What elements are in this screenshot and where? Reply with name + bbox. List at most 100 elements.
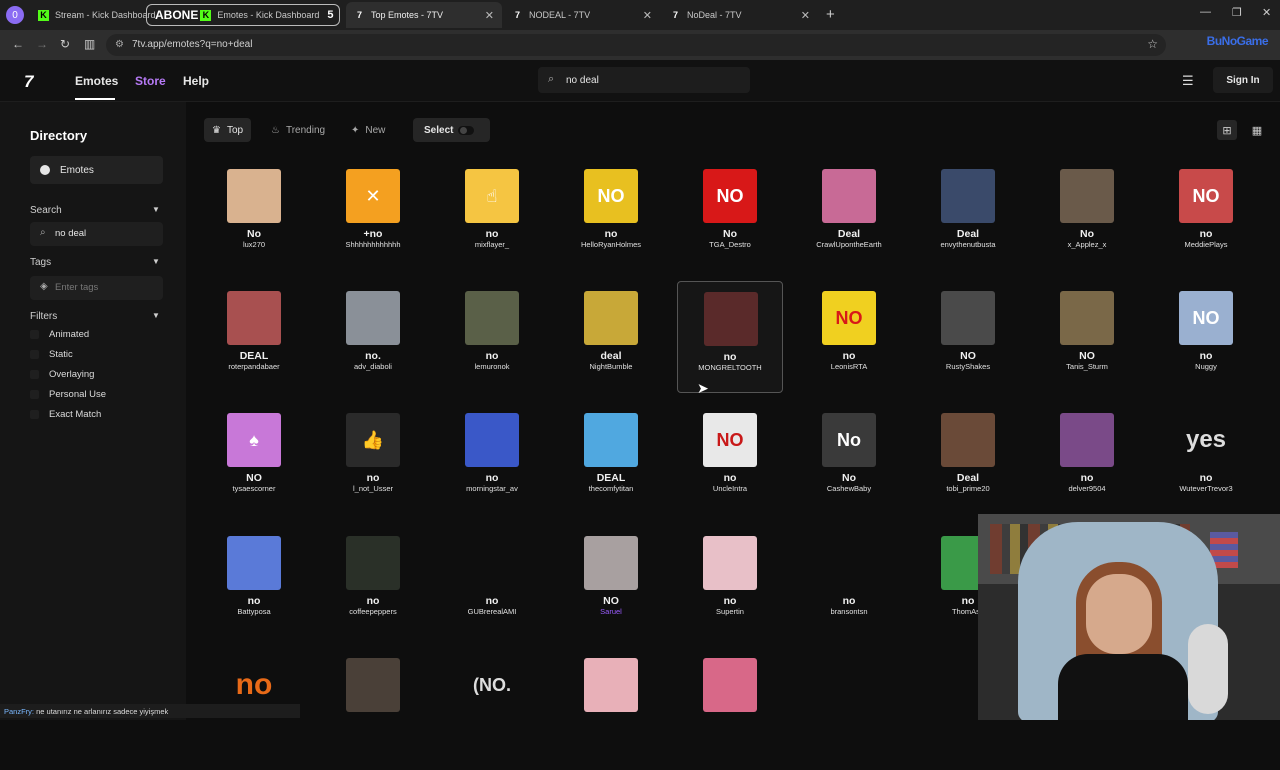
pony-icon	[227, 536, 281, 590]
emote-card[interactable]: NO no UncleIntra	[677, 413, 783, 525]
shouting-man-icon	[941, 291, 995, 345]
select-toggle[interactable]	[458, 126, 474, 135]
maximize-icon[interactable]: ❐	[1232, 6, 1242, 19]
select-mode-button[interactable]: Select	[413, 118, 490, 142]
dense-grid-view-icon[interactable]: ▦	[1247, 120, 1267, 140]
emote-card[interactable]: no. adv_diaboli	[320, 291, 426, 403]
grid-view-icon[interactable]: ⊞	[1217, 120, 1237, 140]
7tv-logo[interactable]: 7	[24, 72, 33, 92]
emote-card[interactable]: NO RustyShakes	[915, 291, 1021, 403]
checkbox[interactable]	[30, 330, 39, 339]
minimize-icon[interactable]: —	[1200, 6, 1211, 18]
close-icon[interactable]: ✕	[793, 9, 810, 22]
emote-name: no	[485, 472, 499, 484]
filter-static[interactable]: Static	[30, 349, 73, 360]
close-window-icon[interactable]: ✕	[1262, 6, 1271, 19]
filter-animated[interactable]: Animated	[30, 329, 89, 340]
emote-card[interactable]: NO no HelloRyanHolmes	[558, 169, 664, 281]
emote-card[interactable]	[558, 658, 664, 770]
emote-card[interactable]: no delver9504	[1034, 413, 1140, 525]
sign-in-button[interactable]: Sign In	[1213, 67, 1273, 93]
sidebar-item-emotes[interactable]: Emotes	[30, 156, 163, 184]
faces-icon	[584, 291, 638, 345]
filter-exact-match[interactable]: Exact Match	[30, 409, 101, 420]
browser-tab-nodeal-2[interactable]: 7 NoDeal - 7TV ✕	[662, 2, 818, 28]
tags-input[interactable]: ◈ Enter tags	[30, 276, 163, 300]
browser-tab-emotes-dashboard[interactable]: ABONE K Emotes - Kick Dashboard 5	[146, 4, 340, 26]
search-input[interactable]	[566, 71, 736, 89]
search-section-label[interactable]: Search	[30, 205, 62, 216]
filter-overlaying[interactable]: Overlaying	[30, 369, 94, 380]
emote-owner: MeddiePlays	[1184, 240, 1228, 249]
emote-card[interactable]: NO no MeddiePlays	[1153, 169, 1259, 281]
emote-owner: delver9504	[1068, 484, 1106, 493]
tab-badge: 5	[327, 9, 334, 21]
cartoon-hat-icon	[584, 413, 638, 467]
chevron-down-icon[interactable]: ▼	[152, 311, 160, 320]
emote-card[interactable]: no morningstar_av	[439, 413, 545, 525]
emote-card[interactable]: no coffeepeppers	[320, 536, 426, 648]
emote-card[interactable]: Deal CrawlUpontheEarth	[796, 169, 902, 281]
emote-card[interactable]: no MONGRELTOOTH	[677, 281, 783, 393]
emote-card[interactable]: NO Tanis_Sturm	[1034, 291, 1140, 403]
emote-card[interactable]: NO No TGA_Destro	[677, 169, 783, 281]
tags-section-label[interactable]: Tags	[30, 257, 51, 268]
nav-help-link[interactable]: Help	[183, 74, 209, 88]
profile-avatar[interactable]: 0	[6, 6, 24, 24]
forward-arrow-icon[interactable]: →	[36, 37, 48, 51]
sidebar-search-field[interactable]: ⌕ no deal	[30, 222, 163, 246]
reload-icon[interactable]: ↻	[60, 37, 70, 51]
nav-store-link[interactable]: Store	[135, 74, 166, 88]
emote-card[interactable]	[320, 658, 426, 770]
checkbox[interactable]	[30, 350, 39, 359]
emote-card[interactable]: NO no LeonisRTA	[796, 291, 902, 403]
back-arrow-icon[interactable]: ←	[12, 37, 24, 51]
emote-card[interactable]: Deal tobi_prime20	[915, 413, 1021, 525]
close-icon[interactable]: ✕	[635, 9, 652, 22]
new-tab-icon[interactable]: +	[826, 6, 835, 23]
close-icon[interactable]: ✕	[477, 9, 494, 22]
checkbox[interactable]	[30, 390, 39, 399]
checkbox[interactable]	[30, 410, 39, 419]
emote-card[interactable]: no bransontsn	[796, 536, 902, 648]
emote-card[interactable]: deal NightBumble	[558, 291, 664, 403]
browser-tab-nodeal-1[interactable]: 7 NODEAL - 7TV ✕	[504, 2, 660, 28]
url-field[interactable]: ⚙ 7tv.app/emotes?q=no+deal ☆	[106, 34, 1166, 56]
emote-card[interactable]: 👍 no l_not_Usser	[320, 413, 426, 525]
emote-card[interactable]	[677, 658, 783, 770]
sidebar-toggle-icon[interactable]: ▥	[84, 37, 95, 51]
chevron-down-icon[interactable]: ▼	[152, 257, 160, 266]
dog-photo-icon	[346, 291, 400, 345]
emote-card[interactable]: no GUBrerealAMI	[439, 536, 545, 648]
hamburger-menu-icon[interactable]: ☰	[1182, 73, 1194, 89]
emote-card[interactable]: no lemuronok	[439, 291, 545, 403]
emote-card[interactable]: Deal envythenutbusta	[915, 169, 1021, 281]
emote-card[interactable]: No x_Applez_x	[1034, 169, 1140, 281]
chevron-down-icon[interactable]: ▼	[152, 205, 160, 214]
filter-personal-use[interactable]: Personal Use	[30, 389, 106, 400]
filters-section-label[interactable]: Filters	[30, 311, 57, 322]
emote-card[interactable]: (NO.	[439, 658, 545, 770]
emote-card[interactable]: DEAL thecomfytitan	[558, 413, 664, 525]
emote-card[interactable]: DEAL roterpandabaer	[201, 291, 307, 403]
sort-trending-button[interactable]: ♨ Trending	[263, 118, 333, 142]
emote-card[interactable]: ✕ +no Shhhhhhhhhhhh	[320, 169, 426, 281]
sort-top-button[interactable]: ♛ Top	[204, 118, 252, 142]
site-info-icon[interactable]: ⚙	[115, 39, 124, 50]
emote-card[interactable]: NO no Nuggy	[1153, 291, 1259, 403]
emote-card[interactable]: ☝ no mixflayer_	[439, 169, 545, 281]
emote-card[interactable]: yes no WuteverTrevor3	[1153, 413, 1259, 525]
filter-label: Static	[49, 349, 73, 360]
emote-card[interactable]: No lux270	[201, 169, 307, 281]
emote-card[interactable]: NO Saruel	[558, 536, 664, 648]
emote-card[interactable]: No No CashewBaby	[796, 413, 902, 525]
browser-tab-top-emotes[interactable]: 7 Top Emotes - 7TV ✕	[346, 2, 502, 28]
bookmark-star-icon[interactable]: ☆	[1147, 37, 1158, 51]
sort-new-button[interactable]: ✦ New	[343, 118, 393, 142]
emote-card[interactable]: ♠ NO tysaescorner	[201, 413, 307, 525]
nav-emotes-link[interactable]: Emotes	[75, 74, 118, 88]
emote-card[interactable]: no Supertin	[677, 536, 783, 648]
emote-card[interactable]: no Battyposa	[201, 536, 307, 648]
yes-text-icon: yes	[1179, 413, 1233, 467]
checkbox[interactable]	[30, 370, 39, 379]
